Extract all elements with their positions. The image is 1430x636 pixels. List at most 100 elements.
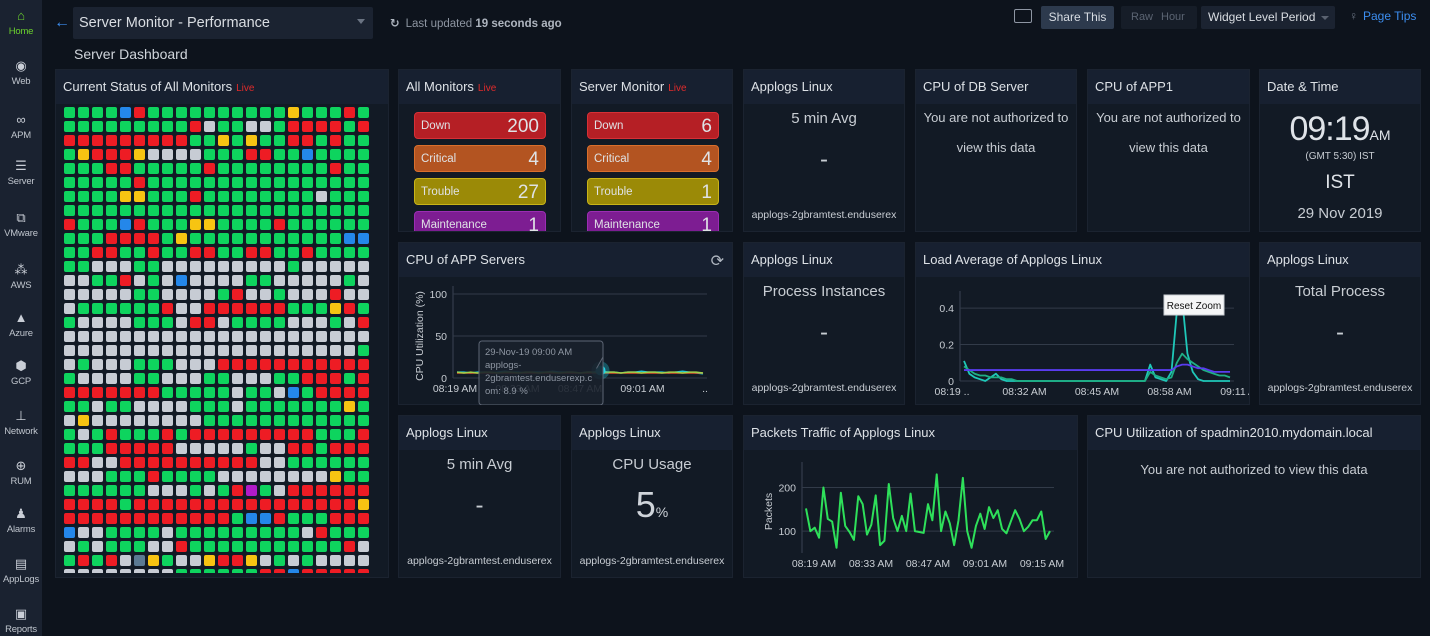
monitor-cell-up[interactable]	[316, 401, 327, 412]
monitor-cell-unmanaged[interactable]	[218, 317, 229, 328]
monitor-cell-unmanaged[interactable]	[246, 345, 257, 356]
monitor-cell-unmanaged[interactable]	[344, 331, 355, 342]
monitor-cell-unmanaged[interactable]	[274, 485, 285, 496]
monitor-cell-down[interactable]	[64, 513, 75, 524]
monitor-cell-down[interactable]	[134, 107, 145, 118]
monitor-cell-up[interactable]	[190, 163, 201, 174]
monitor-cell-down[interactable]	[288, 443, 299, 454]
monitor-cell-up[interactable]	[232, 513, 243, 524]
monitor-cell-unmanaged[interactable]	[218, 331, 229, 342]
monitor-cell-trouble[interactable]	[176, 233, 187, 244]
monitor-cell-up[interactable]	[176, 219, 187, 230]
monitor-cell-up[interactable]	[316, 219, 327, 230]
monitor-cell-up[interactable]	[120, 499, 131, 510]
monitor-cell-unmanaged[interactable]	[274, 471, 285, 482]
monitor-cell-unmanaged[interactable]	[302, 317, 313, 328]
monitor-cell-down[interactable]	[64, 135, 75, 146]
monitor-cell-up[interactable]	[302, 555, 313, 566]
monitor-cell-unmanaged[interactable]	[274, 345, 285, 356]
monitor-cell-up[interactable]	[288, 415, 299, 426]
monitor-cell-up[interactable]	[358, 247, 369, 258]
monitor-cell-up[interactable]	[162, 471, 173, 482]
monitor-cell-maintenance[interactable]	[120, 219, 131, 230]
monitor-cell-down[interactable]	[302, 359, 313, 370]
monitor-cell-up[interactable]	[358, 149, 369, 160]
monitor-cell-unmanaged[interactable]	[190, 443, 201, 454]
monitor-cell-up[interactable]	[330, 191, 341, 202]
monitor-cell-down[interactable]	[316, 485, 327, 496]
monitor-cell-unmanaged[interactable]	[92, 261, 103, 272]
monitor-cell-unmanaged[interactable]	[302, 345, 313, 356]
monitor-cell-down[interactable]	[302, 247, 313, 258]
monitor-cell-unmanaged[interactable]	[92, 401, 103, 412]
monitor-cell-down[interactable]	[92, 247, 103, 258]
monitor-cell-up[interactable]	[358, 205, 369, 216]
monitor-cell-up[interactable]	[120, 429, 131, 440]
monitor-cell-up[interactable]	[246, 191, 257, 202]
monitor-cell-up[interactable]	[260, 275, 271, 286]
monitor-cell-up[interactable]	[302, 233, 313, 244]
monitor-cell-down[interactable]	[148, 457, 159, 468]
monitor-cell-unmanaged[interactable]	[302, 527, 313, 538]
monitor-cell-up[interactable]	[288, 163, 299, 174]
monitor-cell-unmanaged[interactable]	[232, 401, 243, 412]
monitor-cell-maintenance[interactable]	[358, 233, 369, 244]
monitor-cell-unmanaged[interactable]	[64, 275, 75, 286]
monitor-cell-up[interactable]	[78, 247, 89, 258]
monitor-cell-up[interactable]	[106, 471, 117, 482]
monitor-cell-up[interactable]	[330, 205, 341, 216]
monitor-cell-unmanaged[interactable]	[176, 359, 187, 370]
monitor-cell-down[interactable]	[274, 429, 285, 440]
monitor-cell-up[interactable]	[330, 429, 341, 440]
monitor-cell-down[interactable]	[330, 135, 341, 146]
monitor-cell-up[interactable]	[288, 457, 299, 468]
monitor-cell-down[interactable]	[134, 387, 145, 398]
host-name[interactable]: applogs-2gbramtest.enduserex	[744, 209, 904, 221]
monitor-cell-up[interactable]	[316, 233, 327, 244]
monitor-cell-up[interactable]	[358, 135, 369, 146]
monitor-cell-up[interactable]	[218, 219, 229, 230]
monitor-cell-down[interactable]	[78, 513, 89, 524]
monitor-cell-up[interactable]	[92, 233, 103, 244]
monitor-cell-up[interactable]	[358, 401, 369, 412]
back-arrow-icon[interactable]: ←	[54, 14, 70, 32]
monitor-cell-down[interactable]	[232, 359, 243, 370]
monitor-cell-up[interactable]	[330, 317, 341, 328]
monitor-cell-unmanaged[interactable]	[274, 457, 285, 468]
monitor-cell-down[interactable]	[344, 499, 355, 510]
monitor-cell-up[interactable]	[316, 541, 327, 552]
dashboard-select[interactable]: Server Monitor - Performance	[73, 7, 373, 39]
monitor-cell-unmanaged[interactable]	[148, 331, 159, 342]
monitor-cell-up[interactable]	[120, 401, 131, 412]
monitor-cell-unmanaged[interactable]	[106, 261, 117, 272]
monitor-cell-down[interactable]	[218, 513, 229, 524]
monitor-cell-down[interactable]	[288, 359, 299, 370]
monitor-cell-unmanaged[interactable]	[176, 317, 187, 328]
monitor-cell-down[interactable]	[190, 429, 201, 440]
monitor-cell-up[interactable]	[232, 191, 243, 202]
monitor-cell-unmanaged[interactable]	[134, 345, 145, 356]
monitor-cell-up[interactable]	[288, 373, 299, 384]
monitor-cell-down[interactable]	[232, 303, 243, 314]
monitor-cell-up[interactable]	[232, 177, 243, 188]
monitor-cell-up[interactable]	[92, 429, 103, 440]
monitor-cell-up[interactable]	[218, 485, 229, 496]
monitor-cell-down[interactable]	[120, 443, 131, 454]
monitor-cell-trouble[interactable]	[330, 471, 341, 482]
monitor-cell-unmanaged[interactable]	[92, 527, 103, 538]
monitor-cell-unmanaged[interactable]	[134, 275, 145, 286]
monitor-cell-up[interactable]	[92, 205, 103, 216]
monitor-cell-up[interactable]	[134, 247, 145, 258]
monitor-cell-down[interactable]	[134, 443, 145, 454]
host-name[interactable]: applogs-2gbramtest.enduserex	[744, 382, 904, 394]
sidebar-item-rum[interactable]: ⊕ RUM	[0, 458, 42, 487]
monitor-cell-down[interactable]	[274, 499, 285, 510]
monitor-cell-trouble[interactable]	[218, 135, 229, 146]
monitor-cell-down[interactable]	[162, 499, 173, 510]
monitor-cell-up[interactable]	[288, 191, 299, 202]
monitor-cell-unmanaged[interactable]	[260, 457, 271, 468]
monitor-cell-down[interactable]	[134, 513, 145, 524]
monitor-cell-down[interactable]	[260, 569, 271, 573]
monitor-cell-up[interactable]	[176, 429, 187, 440]
monitor-cell-unmanaged[interactable]	[316, 317, 327, 328]
